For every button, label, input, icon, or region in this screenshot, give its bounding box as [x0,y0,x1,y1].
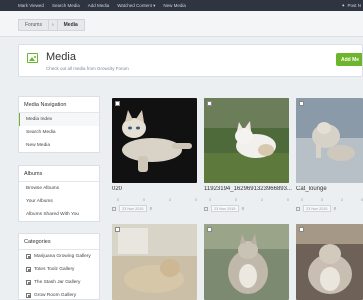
top-nav-bar: Mark Viewed Search Media Add Media Watch… [0,0,363,11]
media-date: 23 Nov 2015 [211,205,239,212]
media-card[interactable]: Cat_lounge 0 0 2 0 23 Nov 2015 ⚲ [296,98,363,216]
media-thumbnail[interactable] [296,224,363,300]
select-checkbox[interactable] [115,227,120,232]
user-icon [296,206,300,211]
media-card[interactable] [296,224,363,300]
rating-count: 0 [286,197,289,202]
media-title[interactable]: Cat_lounge [296,186,363,192]
select-checkbox[interactable] [207,101,212,106]
select-checkbox[interactable] [299,227,304,232]
like-count: 0 [142,197,146,202]
sidebar-item-shared-albums[interactable]: Albums Shared With You [19,208,99,221]
media-stats: 0 0 2 0 [209,197,289,202]
media-meta: 23 Nov 2015 ⚲ [112,205,202,212]
sidebar-item-media-index[interactable]: Media Index [19,113,99,126]
media-stats: 0 0 2 0 [301,197,363,202]
select-checkbox[interactable] [207,227,212,232]
category-item[interactable]: Grow Room Gallery [19,289,99,299]
breadcrumb-chevron-icon: › [48,19,58,31]
comment-count: 0 [301,197,304,202]
categories-title: Categories [19,234,99,250]
select-checkbox[interactable] [115,101,120,106]
search-icon[interactable]: ⚲ [150,206,153,211]
nav-add-media[interactable]: Add Media [88,3,110,8]
media-thumbnail[interactable] [112,98,197,183]
media-title[interactable]: 11923194_1629691323966893... [204,186,294,192]
albums-title: Albums [19,166,99,182]
media-meta: 23 Nov 2015 ⚲ [204,205,294,212]
category-icon [26,280,31,285]
media-title[interactable]: 020 [112,186,202,192]
image-icon [27,53,38,63]
search-icon[interactable]: ⚲ [334,206,337,211]
media-date: 23 Nov 2015 [303,205,331,212]
media-navigation-title: Media Navigation [19,97,99,113]
media-card[interactable]: 020 0 0 2 0 23 Nov 2015 ⚲ [112,98,202,216]
category-item[interactable]: Marijuana Growing Gallery [19,250,99,263]
media-card[interactable]: 11923194_1629691323966893... 0 0 2 0 23 … [204,98,294,216]
rating-count: 0 [194,197,197,202]
like-count: 0 [320,197,324,202]
nav-new-media[interactable]: New Media [163,3,186,8]
sidebar-item-search-media[interactable]: Search Media [19,126,99,139]
nav-search-media[interactable]: Search Media [52,3,80,8]
media-card[interactable] [204,224,294,300]
media-stats: 0 0 2 0 [117,197,197,202]
view-count: 2 [340,197,344,202]
page-header: Forums › Media [0,11,363,37]
albums-panel: Albums Browse Albums Your Albums Albums … [18,165,100,222]
category-icon [26,254,31,259]
nav-mark-viewed[interactable]: Mark Viewed [18,3,44,8]
add-media-button[interactable]: Add Me [336,53,362,66]
post-new-link[interactable]: Post N [347,3,361,8]
media-thumbnail[interactable] [112,224,197,300]
category-item[interactable]: The Stash Jar Gallery [19,276,99,289]
sidebar-item-new-media[interactable]: New Media [19,139,99,152]
page-title: Media [46,51,76,63]
plus-icon: + [341,3,345,8]
category-icon [26,293,31,298]
breadcrumb-media[interactable]: Media [57,19,85,31]
breadcrumb-forums[interactable]: Forums [18,19,49,31]
user-icon [112,206,116,211]
view-count: 2 [168,197,172,202]
view-count: 2 [260,197,264,202]
page-title-box: Media Check out all media from Growcity … [18,44,363,77]
comment-count: 0 [209,197,212,202]
categories-panel: Categories Marijuana Growing Gallery Tot… [18,233,100,300]
media-card[interactable] [112,224,202,300]
sidebar-item-browse-albums[interactable]: Browse Albums [19,182,99,195]
user-icon [204,206,208,211]
search-icon[interactable]: ⚲ [242,206,245,211]
media-date: 23 Nov 2015 [119,205,147,212]
category-icon [26,267,31,272]
media-meta: 23 Nov 2015 ⚲ [296,205,363,212]
media-thumbnail[interactable] [296,98,363,183]
like-count: 0 [234,197,238,202]
comment-count: 0 [117,197,120,202]
media-thumbnail[interactable] [204,224,289,300]
sidebar-item-your-albums[interactable]: Your Albums [19,195,99,208]
media-thumbnail[interactable] [204,98,289,183]
select-checkbox[interactable] [299,101,304,106]
breadcrumb: Forums › Media [18,19,85,31]
page-subtitle: Check out all media from Growcity Forum [46,66,129,71]
media-navigation-panel: Media Navigation Media Index Search Medi… [18,96,100,153]
category-item[interactable]: Totes Toolz Gallery [19,263,99,276]
nav-watched-content[interactable]: Watched Content ▾ [117,3,155,9]
